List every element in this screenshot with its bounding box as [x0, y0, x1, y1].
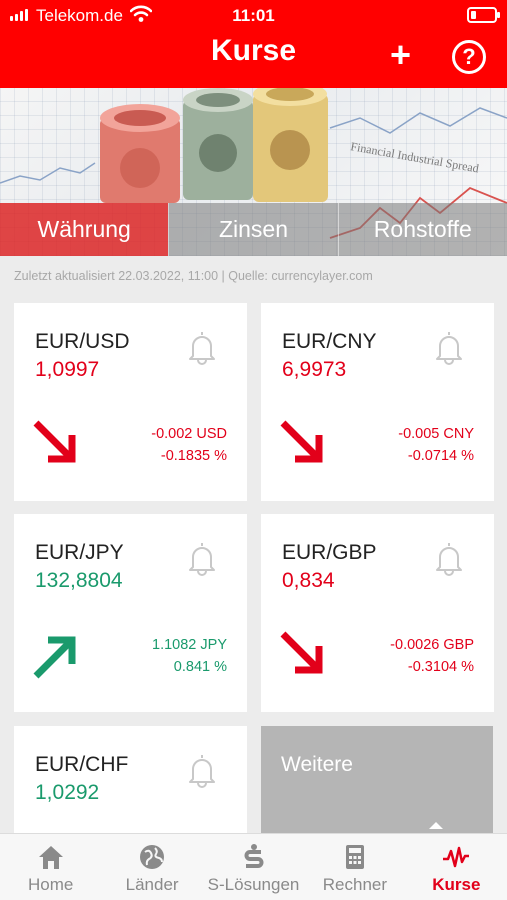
- more-label: Weitere: [281, 753, 353, 776]
- rate-card-eur-cny[interactable]: EUR/CNY 6,9973 -0.005 CNY -0.0714 %: [261, 303, 494, 501]
- change-absolute: 1.1082 JPY: [152, 637, 227, 653]
- currency-pair: EUR/CNY: [282, 330, 377, 353]
- currency-pair: EUR/CHF: [35, 753, 129, 776]
- status-bar: Telekom.de 11:01: [0, 0, 507, 30]
- app-header: Telekom.de 11:01 Kurse + ?: [0, 0, 507, 88]
- bottom-nav: Home Länder S-Lösungen Rechner Kurse: [0, 833, 507, 900]
- bell-icon[interactable]: [433, 540, 465, 576]
- help-button[interactable]: ?: [452, 40, 486, 74]
- trend-down-arrow-icon: [280, 631, 323, 674]
- bell-icon[interactable]: [186, 329, 218, 365]
- calculator-icon: [345, 845, 364, 869]
- caret-up-icon: [429, 822, 443, 829]
- nav-item-home[interactable]: Home: [0, 834, 101, 900]
- rate-card-eur-jpy[interactable]: EUR/JPY 132,8804 1.1082 JPY 0.841 %: [14, 514, 247, 712]
- rate-card-eur-gbp[interactable]: EUR/GBP 0,834 -0.0026 GBP -0.3104 %: [261, 514, 494, 712]
- change-percent: -0.0714 %: [407, 448, 474, 464]
- currency-pair: EUR/JPY: [35, 541, 124, 564]
- add-button[interactable]: +: [390, 36, 411, 74]
- bell-icon[interactable]: [186, 752, 218, 788]
- rate-card-eur-usd[interactable]: EUR/USD 1,0997 -0.002 USD -0.1835 %: [14, 303, 247, 501]
- tab-rohstoffe[interactable]: Rohstoffe: [337, 203, 507, 256]
- change-percent: -0.3104 %: [407, 659, 474, 675]
- hero-banner: Financial Industrial Spread Währung Zins…: [0, 88, 507, 256]
- nav-item-rechner[interactable]: Rechner: [304, 834, 405, 900]
- rate-card-eur-chf[interactable]: EUR/CHF 1,0292: [14, 726, 247, 836]
- bell-icon[interactable]: [186, 540, 218, 576]
- nav-item-s-loesungen[interactable]: S-Lösungen: [203, 834, 304, 900]
- tab-waehrung[interactable]: Währung: [0, 203, 169, 256]
- nav-label: Länder: [125, 875, 179, 894]
- nav-item-kurse[interactable]: Kurse: [406, 834, 507, 900]
- battery-icon: [467, 7, 500, 23]
- exchange-rate: 1,0292: [35, 781, 100, 804]
- trend-up-arrow-icon: [33, 636, 76, 679]
- home-icon: [38, 846, 63, 869]
- change-absolute: -0.0026 GBP: [390, 637, 474, 653]
- nav-label: Rechner: [322, 875, 388, 894]
- nav-item-laender[interactable]: Länder: [101, 834, 202, 900]
- last-updated-text: Zuletzt aktualisiert 22.03.2022, 11:00 |…: [14, 269, 373, 283]
- change-percent: 0.841 %: [173, 659, 227, 675]
- sparkasse-icon: [244, 844, 263, 868]
- more-currencies-button[interactable]: Weitere: [261, 726, 493, 836]
- nav-label: S-Lösungen: [207, 875, 300, 894]
- nav-label: Home: [28, 875, 74, 894]
- trend-down-arrow-icon: [280, 420, 323, 463]
- change-absolute: -0.002 USD: [151, 426, 227, 442]
- exchange-rate: 0,834: [282, 569, 335, 592]
- tab-zinsen[interactable]: Zinsen: [168, 203, 338, 256]
- change-percent: -0.1835 %: [160, 448, 227, 464]
- bell-icon[interactable]: [433, 329, 465, 365]
- currency-pair: EUR/USD: [35, 330, 130, 353]
- nav-label: Kurse: [432, 875, 481, 894]
- change-absolute: -0.005 CNY: [398, 426, 474, 442]
- currency-pair: EUR/GBP: [282, 541, 377, 564]
- exchange-rate: 6,9973: [282, 358, 347, 381]
- hero-chart-caption: Financial Industrial Spread: [349, 139, 479, 175]
- globe-icon: [140, 845, 165, 869]
- chart-pulse-icon: [443, 846, 470, 868]
- page-title: Kurse: [210, 34, 297, 67]
- status-time: 11:01: [232, 6, 275, 25]
- trend-down-arrow-icon: [33, 420, 76, 463]
- category-tabs: Währung Zinsen Rohstoffe: [0, 203, 507, 256]
- exchange-rate: 132,8804: [35, 569, 123, 592]
- exchange-rate: 1,0997: [35, 358, 100, 381]
